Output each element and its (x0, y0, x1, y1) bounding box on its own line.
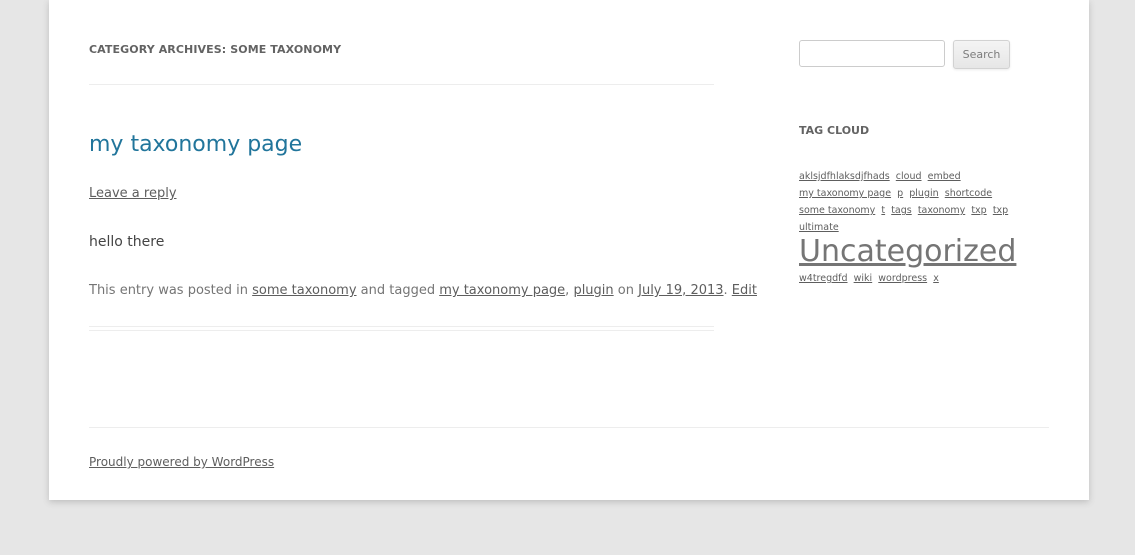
tag-cloud-item[interactable]: embed (928, 171, 961, 182)
search-input[interactable] (799, 40, 945, 67)
meta-tagged: and tagged (356, 283, 440, 298)
tag-cloud-item-large[interactable]: Uncategorized (799, 234, 1016, 269)
entry-title: my taxonomy page (89, 132, 302, 157)
tag-cloud-item[interactable]: aklsjdfhlaksdjfhads (799, 171, 890, 182)
archive-divider (89, 84, 714, 85)
tag-cloud-item[interactable]: wordpress (878, 273, 927, 284)
tag-cloud-item[interactable]: x (933, 273, 939, 284)
meta-on: on (613, 283, 639, 298)
tag-cloud-item[interactable]: cloud (896, 171, 922, 182)
entry-meta: This entry was posted in some taxonomy a… (89, 283, 757, 298)
tag-cloud-item[interactable]: w4tregdfd (799, 273, 848, 284)
category-link[interactable]: some taxonomy (252, 283, 356, 298)
tag-link-my-taxonomy-page[interactable]: my taxonomy page (439, 283, 565, 298)
edit-link[interactable]: Edit (732, 283, 757, 298)
tag-cloud-item[interactable]: txp (971, 205, 986, 216)
tag-cloud-item[interactable]: plugin (909, 188, 938, 199)
footer-credit-link[interactable]: Proudly powered by WordPress (89, 455, 274, 469)
leave-reply-link[interactable]: Leave a reply (89, 186, 177, 201)
meta-dot: . (723, 283, 732, 298)
footer-divider (89, 427, 1049, 428)
page-container: Category Archives: some taxonomy my taxo… (49, 0, 1089, 500)
tag-link-plugin[interactable]: plugin (573, 283, 613, 298)
tag-cloud-item[interactable]: some taxonomy (799, 205, 875, 216)
tag-cloud-item[interactable]: t (881, 205, 885, 216)
entry-title-link[interactable]: my taxonomy page (89, 132, 302, 157)
tag-cloud-item[interactable]: ultimate (799, 222, 839, 233)
tag-cloud: aklsjdfhlaksdjfhads cloud embed my taxon… (799, 167, 1051, 286)
tag-cloud-title: Tag Cloud (799, 124, 870, 137)
archive-title: Category Archives: some taxonomy (89, 43, 342, 56)
entry-divider-bottom (89, 330, 714, 331)
entry-content: hello there (89, 234, 165, 250)
entry-divider-top (89, 326, 714, 327)
tag-cloud-item[interactable]: my taxonomy page (799, 188, 891, 199)
tag-cloud-item[interactable]: wiki (854, 273, 873, 284)
date-link[interactable]: July 19, 2013 (638, 283, 723, 298)
tag-cloud-item[interactable]: taxonomy (918, 205, 965, 216)
search-button[interactable]: Search (953, 40, 1010, 69)
tag-cloud-item[interactable]: txp (993, 205, 1008, 216)
meta-prefix: This entry was posted in (89, 283, 253, 298)
tag-cloud-item[interactable]: shortcode (945, 188, 992, 199)
tag-cloud-item[interactable]: tags (891, 205, 912, 216)
tag-cloud-item[interactable]: p (897, 188, 903, 199)
